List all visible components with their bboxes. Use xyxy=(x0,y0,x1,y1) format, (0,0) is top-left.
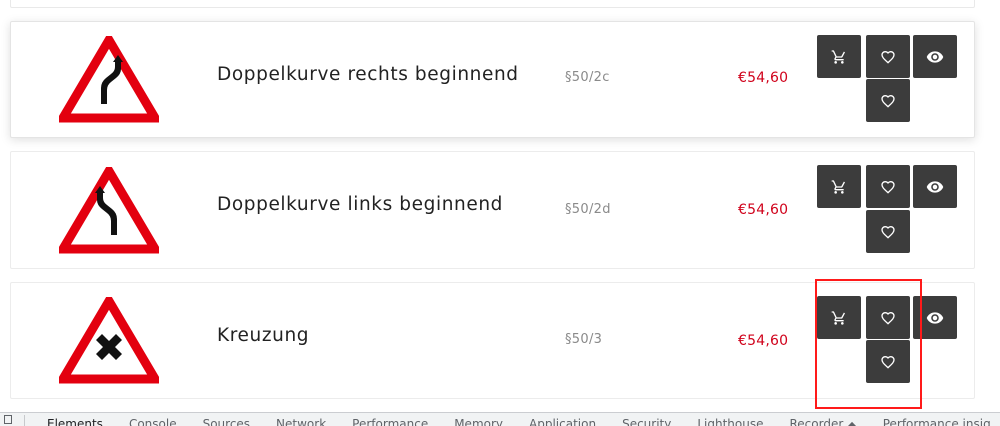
product-code: §50/3 xyxy=(565,332,603,347)
dock-icon[interactable] xyxy=(4,415,12,424)
add-to-cart-button[interactable] xyxy=(817,165,861,208)
product-name[interactable]: Doppelkurve rechts beginnend xyxy=(217,64,519,85)
cart-icon xyxy=(831,49,845,64)
crossroads-sign-icon[interactable] xyxy=(59,297,159,385)
product-price: €54,60 xyxy=(738,202,789,218)
add-to-wishlist-button[interactable] xyxy=(866,35,910,78)
eye-icon xyxy=(926,50,944,63)
heart-icon xyxy=(881,355,895,369)
double-curve-left-sign-icon[interactable] xyxy=(59,167,159,255)
heart-icon xyxy=(881,50,895,64)
add-to-wishlist-button[interactable] xyxy=(866,296,910,339)
product-name[interactable]: Kreuzung xyxy=(217,325,309,346)
quick-view-button[interactable] xyxy=(913,35,957,78)
product-card: Kreuzung §50/3 €54,60 xyxy=(10,282,975,399)
devtools-tab-bar: Elements Console Sources Network Perform… xyxy=(0,412,1000,426)
divider xyxy=(24,415,25,426)
quick-view-button[interactable] xyxy=(913,296,957,339)
product-card: Doppelkurve rechts beginnend §50/2c €54,… xyxy=(10,21,975,138)
product-name[interactable]: Doppelkurve links beginnend xyxy=(217,194,503,215)
eye-icon xyxy=(926,311,944,324)
product-list-page: Doppelkurve rechts beginnend §50/2c €54,… xyxy=(0,0,1000,412)
heart-icon xyxy=(881,225,895,239)
product-price: €54,60 xyxy=(738,333,789,349)
heart-icon xyxy=(881,311,895,325)
add-to-wishlist-button[interactable] xyxy=(866,165,910,208)
add-to-cart-button[interactable] xyxy=(817,296,861,339)
heart-icon xyxy=(881,94,895,108)
add-to-compare-button[interactable] xyxy=(866,340,910,383)
add-to-compare-button[interactable] xyxy=(866,210,910,253)
product-card: Doppelkurve links beginnend §50/2d €54,6… xyxy=(10,151,975,269)
product-code: §50/2c xyxy=(565,70,610,85)
previous-product-card xyxy=(10,0,975,8)
add-to-compare-button[interactable] xyxy=(866,79,910,122)
product-code: §50/2d xyxy=(565,202,611,217)
cart-icon xyxy=(831,310,845,325)
eye-icon xyxy=(926,180,944,193)
double-curve-right-sign-icon[interactable] xyxy=(59,36,159,124)
product-price: €54,60 xyxy=(738,70,789,86)
add-to-cart-button[interactable] xyxy=(817,35,861,78)
quick-view-button[interactable] xyxy=(913,165,957,208)
heart-icon xyxy=(881,180,895,194)
cart-icon xyxy=(831,179,845,194)
